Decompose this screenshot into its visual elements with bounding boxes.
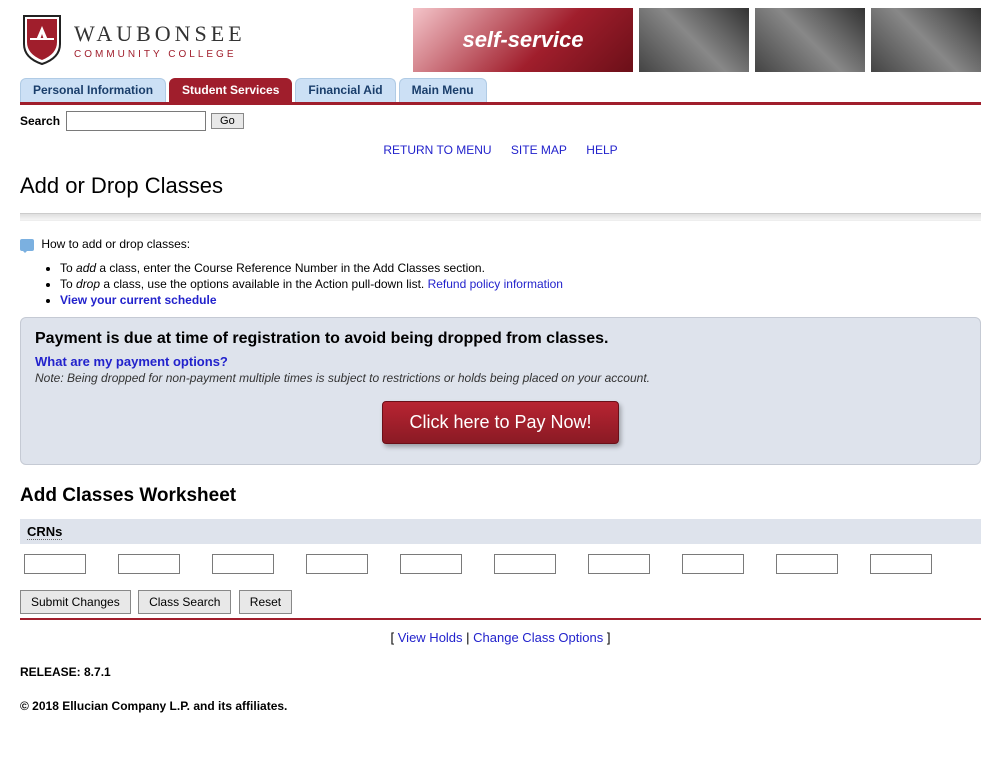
logo-title: WAUBONSEE <box>74 21 246 47</box>
crn-input-7[interactable] <box>588 554 650 574</box>
crn-input-4[interactable] <box>306 554 368 574</box>
banner-photo-1 <box>639 8 749 72</box>
notice-note: Note: Being dropped for non-payment mult… <box>35 371 966 385</box>
payment-notice: Payment is due at time of registration t… <box>20 317 981 465</box>
view-holds-link[interactable]: View Holds <box>398 630 463 645</box>
info-icon <box>20 239 34 251</box>
bullet-schedule: View your current schedule <box>60 293 981 307</box>
crn-input-8[interactable] <box>682 554 744 574</box>
banner-selfservice: self-service <box>413 8 633 72</box>
tab-personal-information[interactable]: Personal Information <box>20 78 166 102</box>
tab-student-services[interactable]: Student Services <box>169 78 292 102</box>
notice-title: Payment is due at time of registration t… <box>35 330 966 348</box>
crn-input-6[interactable] <box>494 554 556 574</box>
go-button[interactable]: Go <box>211 113 244 129</box>
divider-red <box>20 618 981 620</box>
crn-input-5[interactable] <box>400 554 462 574</box>
pay-now-button[interactable]: Click here to Pay Now! <box>382 401 618 444</box>
search-label: Search <box>20 114 60 128</box>
bullet-drop: To drop a class, use the options availab… <box>60 277 981 291</box>
footer-links: [ View Holds | Change Class Options ] <box>20 630 981 645</box>
logo-subtitle: COMMUNITY COLLEGE <box>74 49 246 60</box>
divider <box>20 213 981 221</box>
page-title: Add or Drop Classes <box>20 173 981 199</box>
site-map-link[interactable]: SITE MAP <box>511 143 567 157</box>
view-schedule-link[interactable]: View your current schedule <box>60 293 217 307</box>
crn-header: CRNs <box>20 519 981 544</box>
return-to-menu-link[interactable]: RETURN TO MENU <box>383 143 491 157</box>
crn-input-9[interactable] <box>776 554 838 574</box>
howto-label: How to add or drop classes: <box>41 237 190 251</box>
info-block: How to add or drop classes: To add a cla… <box>20 237 981 307</box>
help-link[interactable]: HELP <box>586 143 617 157</box>
logo[interactable]: WAUBONSEE COMMUNITY COLLEGE <box>20 14 246 66</box>
tab-bar: Personal InformationStudent ServicesFina… <box>20 78 981 105</box>
tab-financial-aid[interactable]: Financial Aid <box>295 78 395 102</box>
banner-photo-3 <box>871 8 981 72</box>
class-search-button[interactable]: Class Search <box>138 590 231 614</box>
search-row: Search Go <box>0 105 1001 137</box>
crn-input-1[interactable] <box>24 554 86 574</box>
change-class-options-link[interactable]: Change Class Options <box>473 630 603 645</box>
header: WAUBONSEE COMMUNITY COLLEGE self-service <box>0 0 1001 78</box>
search-input[interactable] <box>66 111 206 131</box>
crn-input-2[interactable] <box>118 554 180 574</box>
copyright: © 2018 Ellucian Company L.P. and its aff… <box>20 699 981 713</box>
refund-policy-link[interactable]: Refund policy information <box>428 277 563 291</box>
bullet-add: To add a class, enter the Course Referen… <box>60 261 981 275</box>
crn-input-3[interactable] <box>212 554 274 574</box>
logo-shield-icon <box>20 14 64 66</box>
action-buttons: Submit Changes Class Search Reset <box>20 590 981 614</box>
worksheet-title: Add Classes Worksheet <box>20 485 981 507</box>
crn-input-10[interactable] <box>870 554 932 574</box>
crn-inputs-row <box>20 544 981 590</box>
submit-changes-button[interactable]: Submit Changes <box>20 590 131 614</box>
tab-main-menu[interactable]: Main Menu <box>399 78 487 102</box>
banner: self-service <box>413 8 981 72</box>
reset-button[interactable]: Reset <box>239 590 292 614</box>
nav-links: RETURN TO MENU SITE MAP HELP <box>0 143 1001 157</box>
payment-options-link[interactable]: What are my payment options? <box>35 354 228 369</box>
banner-photo-2 <box>755 8 865 72</box>
release-label: RELEASE: 8.7.1 <box>20 665 981 679</box>
